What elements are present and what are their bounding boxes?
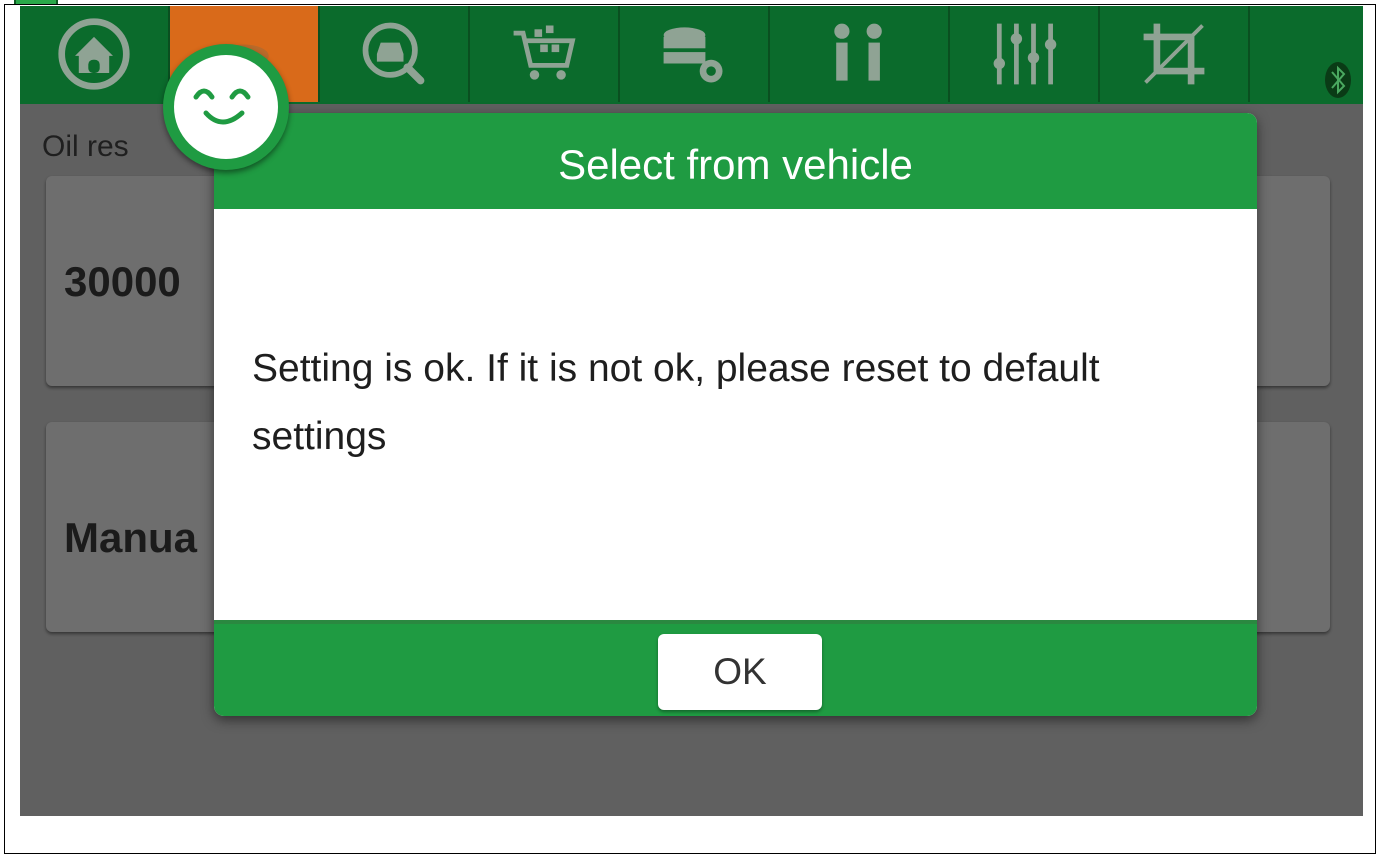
car-search-icon xyxy=(362,22,425,85)
app-screen: Oil res 30000 Manua Select from vehicle … xyxy=(20,6,1363,816)
home-icon xyxy=(58,18,130,90)
tab-shop[interactable] xyxy=(470,6,620,102)
dialog-header: Select from vehicle xyxy=(214,113,1257,209)
select-from-vehicle-dialog: Select from vehicle Setting is ok. If it… xyxy=(214,113,1257,716)
tab-crop[interactable] xyxy=(1100,6,1250,102)
tab-home[interactable] xyxy=(20,6,170,102)
tab-people[interactable] xyxy=(770,6,950,102)
mileage-value: 30000 xyxy=(64,258,181,305)
crop-icon xyxy=(1143,23,1205,85)
tab-data-settings[interactable] xyxy=(620,6,770,102)
dialog-title: Select from vehicle xyxy=(558,141,913,188)
page-subtitle: Oil res xyxy=(42,130,129,163)
floating-assistant-button[interactable] xyxy=(163,44,289,170)
bluetooth-icon xyxy=(1325,62,1351,98)
tab-adjust[interactable] xyxy=(950,6,1100,102)
database-settings-icon xyxy=(663,27,723,83)
smiley-face-icon xyxy=(193,88,251,125)
people-icon xyxy=(834,23,882,81)
ok-button[interactable]: OK xyxy=(658,634,822,710)
sliders-icon xyxy=(993,23,1057,85)
shopping-cart-icon xyxy=(513,25,576,80)
mode-value: Manua xyxy=(64,514,198,561)
smiley-face-bg xyxy=(174,55,278,159)
dialog-footer: OK xyxy=(214,620,1257,716)
dialog-message: Setting is ok. If it is not ok, please r… xyxy=(252,347,1100,458)
tab-car-search[interactable] xyxy=(320,6,470,102)
